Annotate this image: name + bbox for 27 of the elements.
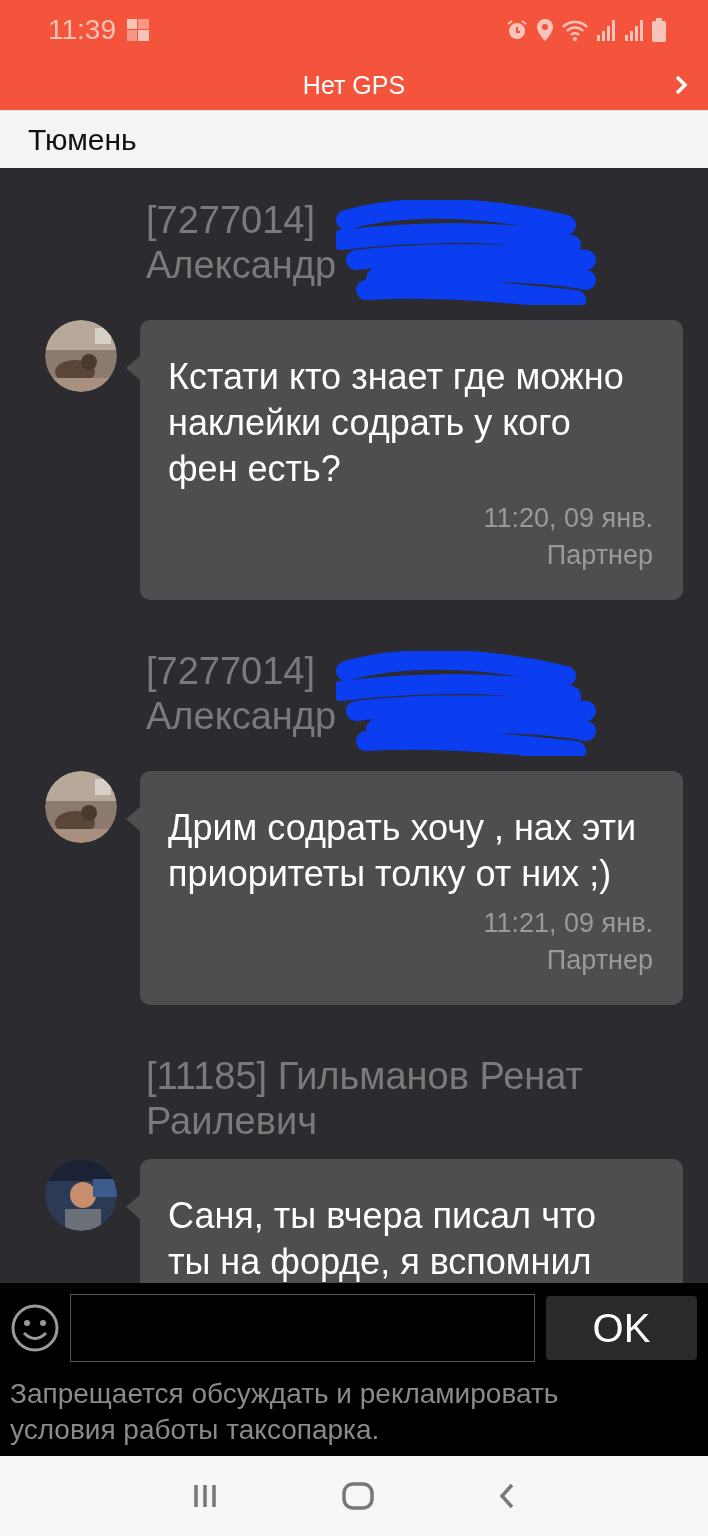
message-input[interactable] — [70, 1294, 535, 1362]
recent-apps-icon[interactable] — [192, 1483, 218, 1509]
message-text: Дрим содрать хочу , нах эти приоритеты толку от них ;) — [168, 806, 638, 896]
sender-name: [7277014] Александр — [146, 198, 337, 288]
notification-icon — [126, 18, 150, 42]
sender-role: Партнер — [545, 539, 653, 572]
chat-rules-notice: Запрещается обсуждать и рекламировать условия работы таксопарка. — [10, 1377, 560, 1447]
wifi-icon — [562, 19, 588, 41]
alarm-icon — [506, 19, 528, 41]
message-text: Саня, ты вчера писал что ты на форде, я вспомнил — [168, 1194, 597, 1283]
chevron-right-icon[interactable] — [674, 74, 688, 96]
message-time: 11:21, 09 янв. — [482, 907, 653, 940]
sender-name: [7277014] Александр — [146, 649, 337, 739]
signal-icon — [624, 19, 644, 41]
ok-button[interactable]: OK — [546, 1296, 697, 1360]
status-time: 11:39 — [48, 14, 116, 46]
city-name: Тюмень — [28, 122, 137, 157]
emoji-icon[interactable] — [10, 1303, 60, 1353]
location-icon — [536, 19, 554, 41]
home-icon[interactable] — [342, 1482, 374, 1510]
sender-role: Партнер — [545, 944, 653, 977]
sender-name: [11185] Гильманов Ренат Раилевич — [146, 1054, 583, 1144]
battery-icon — [652, 18, 666, 42]
signal-icon — [596, 19, 616, 41]
back-icon[interactable] — [498, 1482, 516, 1510]
message-text: Кстати кто знает где можно наклейки содрать у кого фен есть? — [168, 355, 625, 491]
message-time: 11:20, 09 янв. — [482, 502, 653, 535]
